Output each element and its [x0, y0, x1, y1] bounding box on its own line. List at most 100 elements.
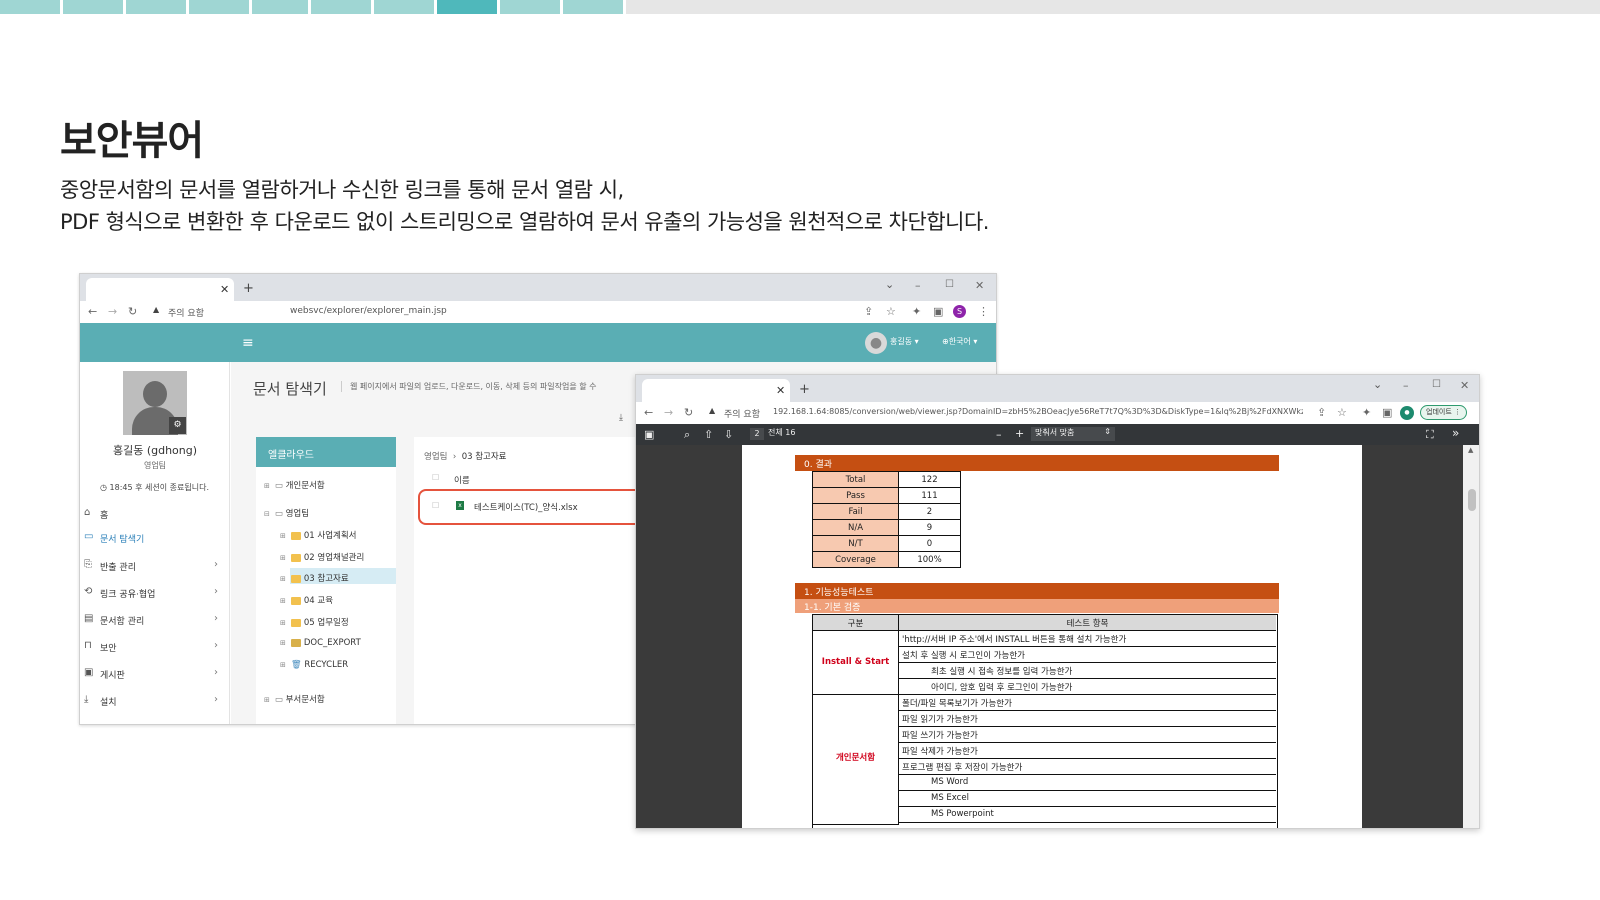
back-icon[interactable]: ← — [88, 306, 97, 317]
minimize-icon[interactable]: – — [1403, 380, 1409, 391]
sidebar-item-install[interactable]: ⤓ 설치 › — [84, 694, 218, 708]
share-icon[interactable]: ⇪ — [864, 306, 873, 317]
upload-icon[interactable]: ⤓ — [619, 414, 623, 423]
select-all-checkbox[interactable]: ☐ — [432, 474, 439, 482]
pdf-toolbar: ▣ ⌕ ⇧ ⇩ 2 전체 16 – + 맞춰서 맞춤 ⇕ ⛶ » — [636, 424, 1479, 445]
sidebar-item-box-manage[interactable]: ▤ 문서함 관리 › — [84, 613, 218, 627]
browser-tab[interactable]: ✕ — [642, 379, 790, 402]
tree-label: 03 참고자료 — [303, 574, 349, 584]
progress-segment — [252, 0, 308, 14]
scroll-up-icon[interactable]: ▲ — [1468, 447, 1473, 454]
sidebar-item-security[interactable]: ⊓ 보안 › — [84, 640, 218, 654]
tree-node-folder[interactable]: ⊞ 05 업무일정 — [280, 616, 349, 628]
tree-node-folder[interactable]: ⊞ DOC_EXPORT — [280, 638, 361, 648]
menu-label: 문서함 관리 — [100, 617, 145, 627]
page-number-input[interactable]: 2 — [750, 428, 764, 440]
sidebar-item-link-share[interactable]: ⟲ 링크 공유·협업 › — [84, 586, 218, 600]
tree-node-folder[interactable]: ⊞ 02 영업채널관리 — [280, 551, 364, 563]
pdf-scrollbar[interactable]: ▲ — [1463, 445, 1479, 828]
result-value: 0 — [898, 535, 961, 552]
sidebar-item-board[interactable]: ▣ 게시판 › — [84, 667, 218, 681]
table-row: Pass 111 — [812, 487, 961, 504]
prev-page-icon[interactable]: ⇧ — [704, 429, 713, 440]
breadcrumb-root[interactable]: 영업팀 — [424, 452, 447, 462]
camera-settings-icon[interactable]: ⚙ — [169, 417, 186, 434]
update-label: 업데이트 — [1426, 408, 1452, 416]
new-tab-icon[interactable]: + — [799, 383, 810, 396]
tree-node-folder[interactable]: ⊞ 04 교육 — [280, 594, 333, 606]
tree-node-recycler[interactable]: ⊞ 🗑 RECYCLER — [280, 660, 348, 670]
user-name: 홍길동 (gdhong) — [112, 444, 198, 457]
warning-icon[interactable]: ▲ — [709, 407, 715, 415]
security-label[interactable]: 주의 요함 — [168, 306, 204, 319]
forward-icon[interactable]: → — [664, 407, 673, 418]
language-menu[interactable]: ⊕한국어 ▾ — [942, 338, 977, 346]
user-avatar-icon[interactable]: ● — [865, 332, 887, 354]
extensions-icon[interactable]: ✦ — [1362, 407, 1371, 418]
maximize-icon[interactable]: ☐ — [945, 280, 954, 290]
sidebar-item-home[interactable]: ⌂ 홈 — [84, 507, 218, 521]
sidebar-item-export[interactable]: ⎘ 반출 관리 › — [84, 559, 218, 573]
session-text: 18:45 후 세션이 종료됩니다. — [109, 483, 209, 492]
zoom-select[interactable]: 맞춰서 맞춤 ⇕ — [1031, 427, 1115, 441]
sidebar-item-explorer[interactable]: ▭ 문서 탐색기 — [84, 531, 218, 545]
tree-label: 부서문서함 — [285, 695, 325, 705]
chevron-down-icon[interactable]: ⌄ — [1373, 379, 1382, 390]
update-button[interactable]: 업데이트 ⋮ — [1420, 405, 1467, 420]
security-label[interactable]: 주의 요함 — [724, 407, 760, 420]
tree-label: 개인문서함 — [285, 481, 325, 491]
table-row: N/A 9 — [812, 519, 961, 536]
tree-label: 02 영업채널관리 — [303, 553, 365, 563]
tree-node-dept[interactable]: ⊞ ▭ 부서문서함 — [264, 693, 325, 705]
chevron-right-icon: › — [214, 640, 218, 651]
tree-node-folder[interactable]: ⊞ 01 사업계획서 — [280, 529, 357, 541]
sidepanel-icon[interactable]: ▣ — [1382, 407, 1392, 418]
tree-node-personal[interactable]: ⊞ ▭ 개인문서함 — [264, 479, 325, 491]
extensions-icon[interactable]: ✦ — [912, 306, 921, 317]
section-header: 1. 기능성능테스트 — [795, 583, 1279, 599]
star-icon[interactable]: ☆ — [1337, 407, 1347, 418]
file-checkbox[interactable]: ☐ — [432, 502, 439, 510]
new-tab-icon[interactable]: + — [243, 282, 254, 295]
tree-node-folder-selected[interactable]: ⊞ 03 참고자료 — [280, 572, 349, 584]
profile-avatar[interactable]: S — [953, 305, 966, 318]
share-icon[interactable]: ⇪ — [1317, 407, 1326, 418]
user-menu[interactable]: 홍길동 ▾ — [890, 338, 919, 346]
sidebar-toggle-icon[interactable]: ▣ — [644, 429, 654, 440]
star-icon[interactable]: ☆ — [886, 306, 896, 317]
zoom-out-icon[interactable]: – — [996, 429, 1002, 440]
more-tools-icon[interactable]: » — [1452, 427, 1459, 439]
profile-avatar[interactable]: ● — [1400, 406, 1414, 420]
browser-tab[interactable]: ✕ — [86, 278, 234, 301]
slide-description: 중앙문서함의 문서를 열람하거나 수신한 링크를 통해 문서 열람 시, PDF… — [60, 174, 989, 238]
folder-tree: 엘클라우드 ⊞ ▭ 개인문서함 ⊟ ▭ 영업팀 ⊞ 01 사업계획서 ⊞ 02 영업채널… — [256, 437, 396, 724]
forward-icon[interactable]: → — [108, 306, 117, 317]
more-icon[interactable]: ⋮ — [978, 306, 989, 317]
hamburger-menu-icon[interactable]: ≡ — [242, 336, 254, 350]
result-value: 9 — [898, 519, 961, 536]
close-window-icon[interactable]: ✕ — [975, 280, 984, 291]
close-tab-icon[interactable]: ✕ — [220, 284, 229, 295]
file-name[interactable]: 테스트케이스(TC)_양식.xlsx — [474, 501, 578, 513]
search-icon[interactable]: ⌕ — [684, 429, 690, 440]
url-text[interactable]: 192.168.1.64:8085/conversion/web/viewer.… — [773, 407, 1303, 416]
session-timer: ◷ 18:45 후 세션이 종료됩니다. — [100, 483, 209, 492]
tree-header: 엘클라우드 — [256, 437, 396, 467]
column-header-name[interactable]: 이름 — [454, 474, 470, 486]
close-window-icon[interactable]: ✕ — [1460, 380, 1469, 391]
warning-icon[interactable]: ▲ — [153, 306, 159, 314]
zoom-in-icon[interactable]: + — [1015, 428, 1024, 439]
tree-node-team[interactable]: ⊟ ▭ 영업팀 — [264, 507, 309, 519]
next-page-icon[interactable]: ⇩ — [724, 429, 733, 440]
close-tab-icon[interactable]: ✕ — [776, 385, 785, 396]
sidepanel-icon[interactable]: ▣ — [933, 306, 943, 317]
scrollbar-thumb[interactable] — [1468, 489, 1476, 511]
back-icon[interactable]: ← — [644, 407, 653, 418]
minimize-icon[interactable]: – — [915, 280, 921, 291]
maximize-icon[interactable]: ☐ — [1432, 380, 1441, 390]
chevron-down-icon[interactable]: ⌄ — [885, 279, 894, 290]
reload-icon[interactable]: ↻ — [684, 407, 693, 418]
url-text[interactable]: websvc/explorer/explorer_main.jsp — [290, 306, 447, 316]
fullscreen-icon[interactable]: ⛶ — [1426, 429, 1434, 440]
reload-icon[interactable]: ↻ — [128, 306, 137, 317]
